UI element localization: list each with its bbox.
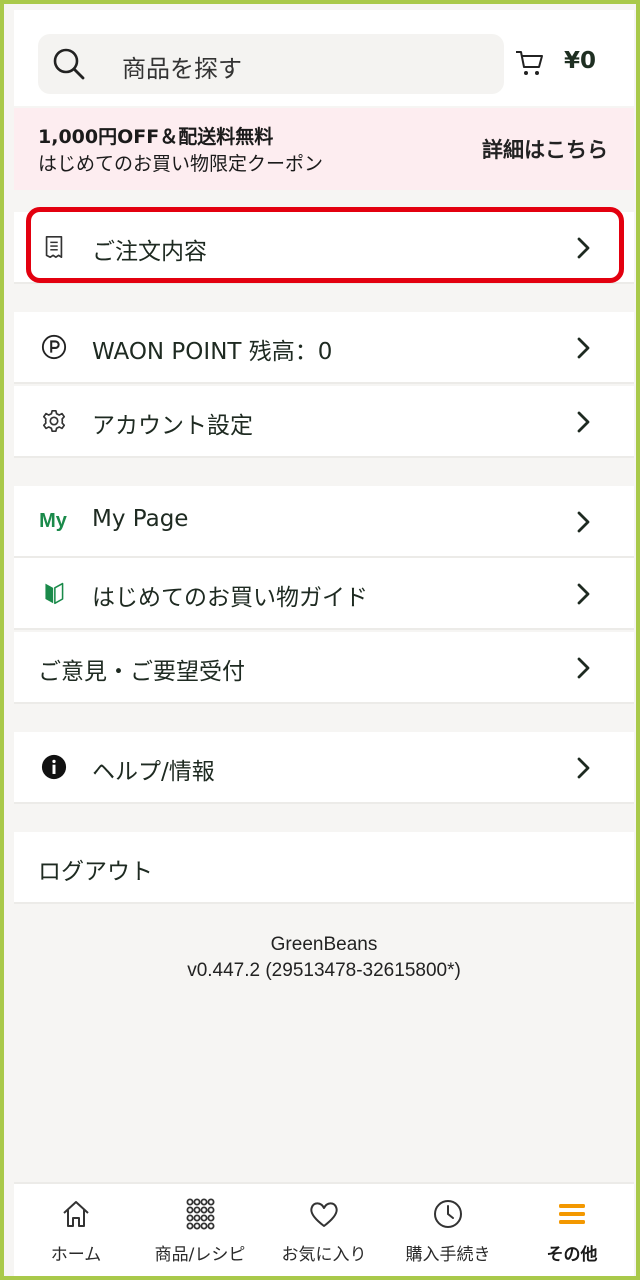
- nav-label: 商品/レシピ: [154, 1245, 246, 1265]
- chevron-right-icon: [577, 411, 590, 433]
- menu-item-my-page[interactable]: My My Page: [14, 486, 634, 558]
- coupon-subtitle: はじめてのお買い物限定クーポン: [38, 153, 324, 175]
- point-icon: [40, 333, 68, 361]
- chevron-right-icon: [577, 757, 590, 779]
- nav-label: その他: [546, 1245, 598, 1265]
- clock-icon: [434, 1200, 462, 1228]
- app-version: v0.447.2 (29513478-32615800*): [187, 960, 461, 981]
- cart-icon[interactable]: [514, 48, 544, 78]
- nav-label: 購入手続き: [405, 1245, 491, 1265]
- coupon-details-link[interactable]: 詳細はこちら: [482, 134, 608, 164]
- menu-item-label: はじめてのお買い物ガイド: [92, 585, 368, 611]
- version-info: GreenBeans v0.447.2 (29513478-32615800*): [14, 932, 634, 984]
- search-input[interactable]: 商品を探す: [38, 34, 504, 94]
- menu-item-label: WAON POINT 残高：0: [92, 339, 333, 365]
- menu-item-label: ご意見・ご要望受付: [38, 659, 245, 685]
- nav-label: ホーム: [50, 1245, 102, 1265]
- nav-item-home[interactable]: ホーム: [14, 1184, 138, 1276]
- header: 商品を探す ¥0: [14, 10, 634, 106]
- nav-item-products[interactable]: 商品/レシピ: [138, 1184, 262, 1276]
- gear-icon: [40, 407, 68, 435]
- menu-item-beginner-guide[interactable]: はじめてのお買い物ガイド: [14, 558, 634, 630]
- cart-total[interactable]: ¥0: [564, 48, 596, 74]
- highlight-box: [26, 207, 624, 283]
- menu-item-waon-point[interactable]: WAON POINT 残高：0: [14, 312, 634, 384]
- heart-icon: [310, 1202, 338, 1227]
- logout-label: ログアウト: [38, 859, 153, 885]
- my-page-icon-text: My: [39, 509, 67, 532]
- nav-item-favorites[interactable]: お気に入り: [262, 1184, 386, 1276]
- bottom-nav: ホーム 商品/レシピ お気に入り 購入手続き その他: [14, 1182, 634, 1276]
- menu-item-account-settings[interactable]: アカウント設定: [14, 386, 634, 458]
- chevron-right-icon: [577, 583, 590, 605]
- menu-icon: [559, 1204, 585, 1224]
- menu-item-feedback[interactable]: ご意見・ご要望受付: [14, 632, 634, 704]
- chevron-right-icon: [577, 511, 590, 533]
- menu-item-label: ヘルプ/情報: [92, 759, 215, 785]
- menu-item-label: アカウント設定: [92, 413, 253, 439]
- beginner-mark-icon: [40, 579, 68, 607]
- menu-item-help[interactable]: ヘルプ/情報: [14, 732, 634, 804]
- search-icon: [53, 48, 85, 80]
- search-placeholder: 商品を探す: [122, 55, 242, 83]
- app-name: GreenBeans: [270, 934, 378, 955]
- nav-item-checkout[interactable]: 購入手続き: [386, 1184, 510, 1276]
- screen-frame: 商品を探す ¥0 1,000円OFF＆配送料無料 はじめてのお買い物限定クーポン…: [0, 0, 640, 1280]
- coupon-title: 1,000円OFF＆配送料無料: [38, 126, 274, 148]
- nav-label: お気に入り: [281, 1245, 367, 1265]
- coupon-banner[interactable]: 1,000円OFF＆配送料無料 はじめてのお買い物限定クーポン 詳細はこちら: [14, 108, 634, 190]
- menu-item-label: My Page: [92, 506, 189, 532]
- home-icon: [63, 1201, 89, 1227]
- logout-button[interactable]: ログアウト: [14, 832, 634, 904]
- nav-item-more[interactable]: その他: [510, 1184, 634, 1276]
- chevron-right-icon: [577, 337, 590, 359]
- info-icon: [40, 753, 68, 781]
- app-screen: 商品を探す ¥0 1,000円OFF＆配送料無料 はじめてのお買い物限定クーポン…: [14, 10, 634, 1276]
- grid-icon: [186, 1198, 215, 1230]
- my-page-icon: My: [36, 507, 70, 535]
- chevron-right-icon: [577, 657, 590, 679]
